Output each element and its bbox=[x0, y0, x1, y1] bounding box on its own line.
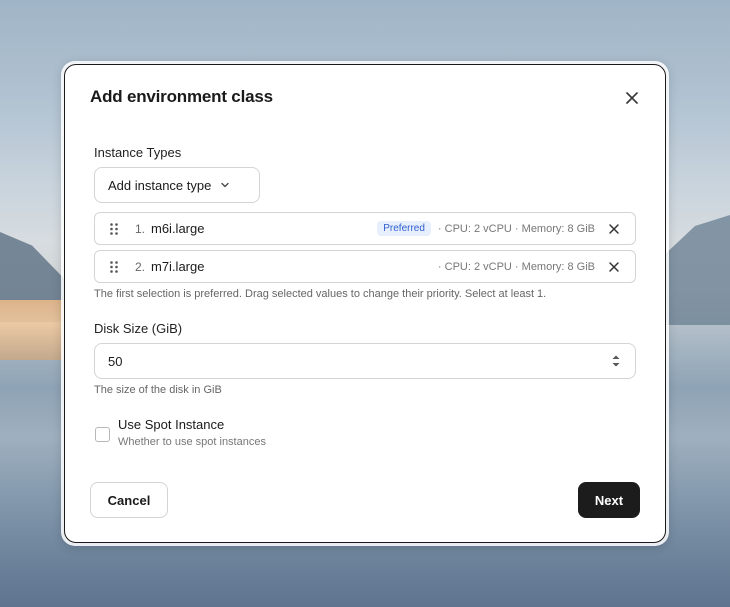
disk-size-input[interactable]: 50 bbox=[94, 343, 636, 379]
spot-instance-description: Whether to use spot instances bbox=[118, 436, 266, 448]
cancel-button[interactable]: Cancel bbox=[90, 482, 168, 518]
spot-instance-checkbox[interactable] bbox=[95, 427, 110, 442]
instance-name: m6i.large bbox=[151, 221, 205, 236]
dialog-title: Add environment class bbox=[90, 87, 273, 106]
disk-size-help: The size of the disk in GiB bbox=[94, 384, 222, 396]
spot-instance-label: Use Spot Instance bbox=[118, 417, 225, 432]
stepper-icon[interactable] bbox=[611, 353, 621, 369]
close-button[interactable] bbox=[622, 88, 642, 108]
disk-size-label: Disk Size (GiB) bbox=[94, 321, 183, 336]
instance-index: 2. bbox=[135, 259, 146, 274]
close-icon bbox=[626, 92, 638, 104]
instance-types-help: The first selection is preferred. Drag s… bbox=[94, 288, 547, 300]
background-sunset bbox=[0, 300, 70, 360]
drag-handle-icon[interactable] bbox=[109, 260, 119, 274]
instance-types-label: Instance Types bbox=[94, 145, 182, 160]
next-button[interactable]: Next bbox=[578, 482, 640, 518]
instance-row-m7i-large[interactable]: 2. m7i.large · CPU: 2 vCPU · Memory: 8 G… bbox=[94, 250, 636, 283]
add-instance-type-button[interactable]: Add instance type bbox=[94, 167, 260, 203]
chevron-down-icon bbox=[220, 180, 230, 190]
instance-specs: · CPU: 2 vCPU · Memory: 8 GiB bbox=[437, 222, 595, 235]
add-environment-class-dialog: Add environment class Instance Types Add… bbox=[64, 64, 666, 543]
disk-size-value: 50 bbox=[108, 353, 123, 369]
add-instance-type-label: Add instance type bbox=[108, 177, 212, 193]
background-mountain-right bbox=[660, 215, 730, 325]
instance-row-m6i-large[interactable]: 1. m6i.large Preferred · CPU: 2 vCPU · M… bbox=[94, 212, 636, 245]
drag-handle-icon[interactable] bbox=[109, 222, 119, 236]
remove-icon[interactable] bbox=[607, 260, 621, 274]
instance-index: 1. bbox=[135, 221, 146, 236]
instance-name: m7i.large bbox=[151, 259, 205, 274]
preferred-badge: Preferred bbox=[377, 221, 431, 236]
remove-icon[interactable] bbox=[607, 222, 621, 236]
instance-specs: · CPU: 2 vCPU · Memory: 8 GiB bbox=[437, 260, 595, 273]
